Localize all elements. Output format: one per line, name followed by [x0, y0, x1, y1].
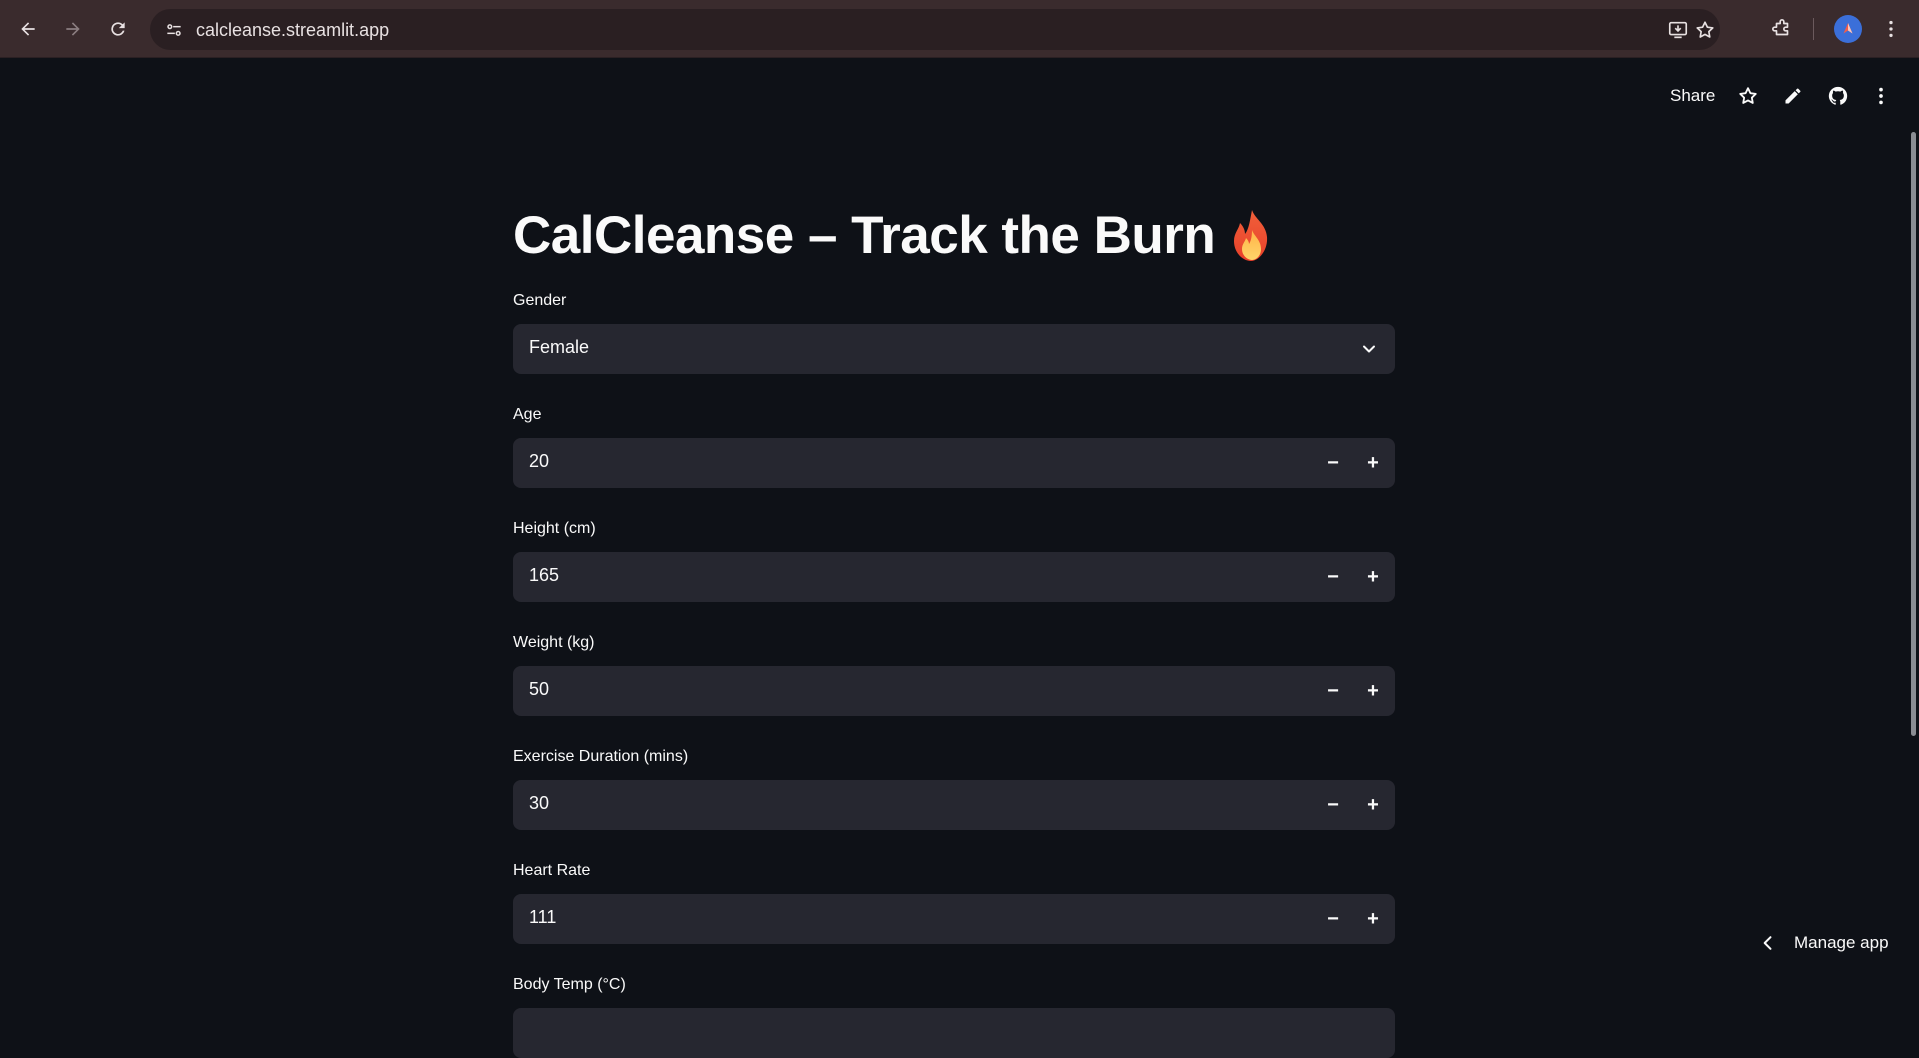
age-label: Age: [513, 406, 542, 423]
height-increment-button[interactable]: +: [1358, 562, 1388, 592]
weight-value: 50: [529, 679, 550, 699]
url-text: calcleanse.streamlit.app: [196, 20, 390, 40]
edit-pencil-icon[interactable]: [1780, 83, 1806, 109]
browser-toolbar: calcleanse.streamlit.app: [0, 0, 1919, 58]
height-field: Height (cm) 165 − +: [513, 517, 1395, 602]
chevron-left-icon: [1763, 936, 1772, 950]
height-input[interactable]: 165 − +: [513, 552, 1395, 602]
weight-decrement-button[interactable]: −: [1318, 676, 1348, 706]
age-increment-button[interactable]: +: [1358, 448, 1388, 478]
share-button[interactable]: Share: [1670, 86, 1715, 106]
profile-avatar[interactable]: [1834, 15, 1862, 43]
duration-decrement-button[interactable]: −: [1318, 790, 1348, 820]
manage-app-label: Manage app: [1794, 933, 1889, 952]
app-menu-icon[interactable]: [1868, 83, 1894, 109]
address-bar[interactable]: calcleanse.streamlit.app: [150, 9, 1720, 50]
duration-label: Exercise Duration (mins): [513, 748, 689, 765]
gender-value: Female: [529, 337, 590, 357]
page-title: CalCleanse – Track the Burn: [513, 190, 1395, 282]
arrow-right-icon: [66, 22, 80, 36]
heart-rate-increment-button[interactable]: +: [1358, 904, 1388, 934]
reload-button[interactable]: [103, 14, 133, 44]
forward-button[interactable]: [58, 14, 88, 44]
toolbar-divider: [1813, 18, 1814, 40]
weight-input[interactable]: 50 − +: [513, 666, 1395, 716]
gender-select[interactable]: Female: [513, 324, 1395, 374]
star-icon[interactable]: [1735, 83, 1761, 109]
heart-rate-field: Heart Rate 111 − +: [513, 859, 1395, 944]
age-field: Age 20 − +: [513, 403, 1395, 488]
heart-rate-input[interactable]: 111 − +: [513, 894, 1395, 944]
body-temp-field: Body Temp (°C): [513, 973, 1395, 1058]
duration-field: Exercise Duration (mins) 30 − +: [513, 745, 1395, 830]
reload-icon: [111, 22, 125, 36]
chevron-down-icon: [1357, 337, 1381, 361]
height-decrement-button[interactable]: −: [1318, 562, 1348, 592]
age-input[interactable]: 20 − +: [513, 438, 1395, 488]
age-decrement-button[interactable]: −: [1318, 448, 1348, 478]
weight-field: Weight (kg) 50 − +: [513, 631, 1395, 716]
browser-menu-icon[interactable]: [1876, 14, 1906, 44]
heart-rate-value: 111: [529, 907, 557, 927]
fire-icon: [1234, 210, 1268, 261]
gender-field: Gender Female: [513, 289, 1395, 374]
back-button[interactable]: [13, 14, 43, 44]
manage-app-button[interactable]: Manage app: [1758, 928, 1889, 958]
scrollbar-thumb[interactable]: [1911, 132, 1916, 736]
body-temp-label: Body Temp (°C): [513, 976, 626, 993]
duration-value: 30: [529, 793, 550, 813]
install-app-icon[interactable]: [1666, 18, 1690, 42]
weight-label: Weight (kg): [513, 634, 595, 651]
page-title-text: CalCleanse – Track the Burn: [513, 206, 1216, 265]
heart-rate-decrement-button[interactable]: −: [1318, 904, 1348, 934]
height-value: 165: [529, 565, 560, 585]
site-info-icon[interactable]: [162, 18, 186, 42]
main-content: CalCleanse – Track the Burn Gender Femal…: [513, 190, 1395, 1058]
age-value: 20: [529, 451, 550, 471]
duration-input[interactable]: 30 − +: [513, 780, 1395, 830]
arrow-left-icon: [21, 22, 35, 36]
bookmark-star-icon[interactable]: [1693, 18, 1717, 42]
app-header: Share: [0, 58, 1919, 134]
height-label: Height (cm): [513, 520, 596, 537]
duration-increment-button[interactable]: +: [1358, 790, 1388, 820]
extensions-icon[interactable]: [1767, 14, 1797, 44]
body-temp-input[interactable]: [513, 1008, 1395, 1058]
gender-label: Gender: [513, 292, 567, 309]
weight-increment-button[interactable]: +: [1358, 676, 1388, 706]
github-icon[interactable]: [1825, 83, 1851, 109]
heart-rate-label: Heart Rate: [513, 862, 591, 879]
